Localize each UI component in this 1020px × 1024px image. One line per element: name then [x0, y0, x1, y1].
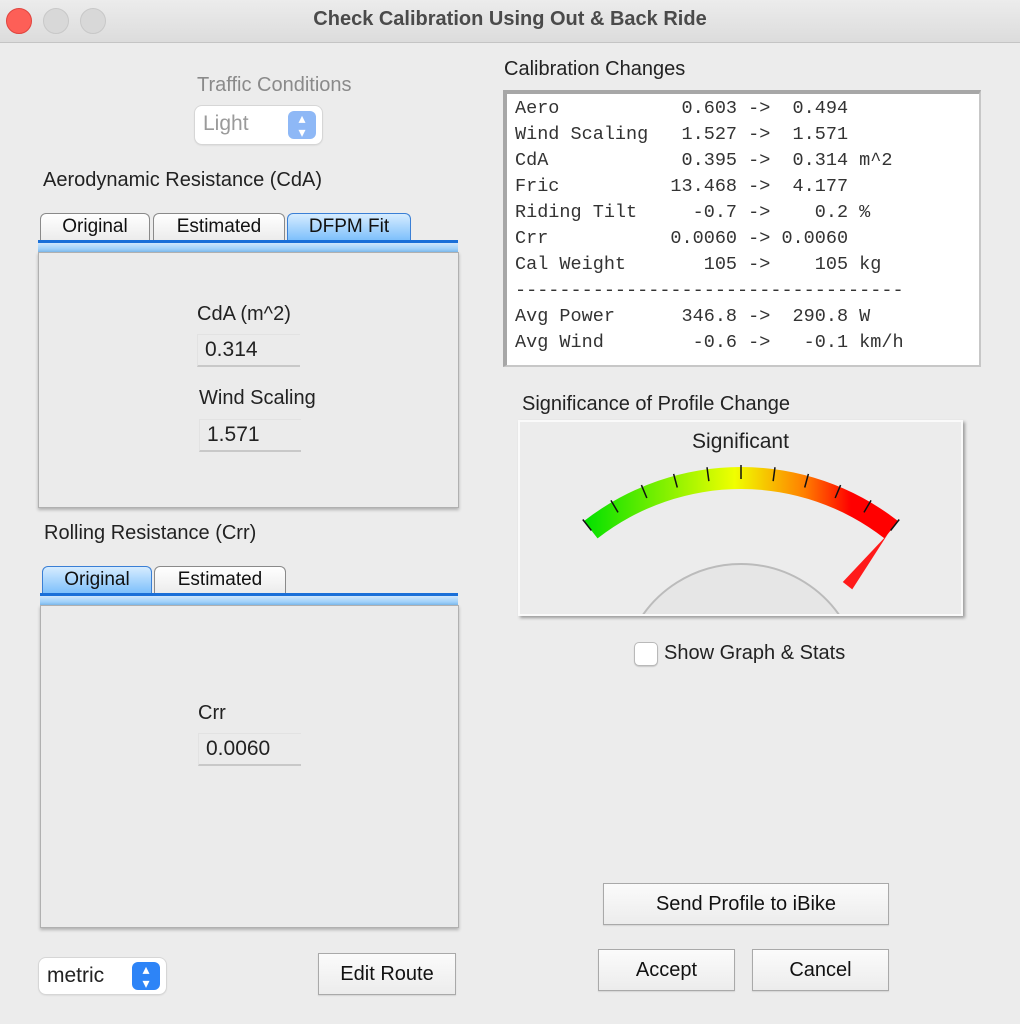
crr-input[interactable]: 0.0060 — [198, 733, 301, 766]
cda-label: CdA (m^2) — [197, 303, 291, 325]
cda-input[interactable]: 0.314 — [197, 334, 300, 367]
calibration-row: CdA 0.395 -> 0.314 m^2 — [515, 150, 893, 171]
rolling-tab-panel — [40, 605, 459, 928]
gauge-hub — [642, 563, 840, 614]
calibration-summary-row: Avg Power 346.8 -> 290.8 W — [515, 306, 871, 327]
updown-chevron-icon: ▴ ▾ — [132, 962, 160, 990]
rolling-tab-original[interactable]: Original — [42, 566, 152, 593]
aero-tab-estimated[interactable]: Estimated — [153, 213, 285, 240]
wind-scaling-input[interactable]: 1.571 — [199, 419, 301, 452]
calibration-row: Wind Scaling 1.527 -> 1.571 — [515, 124, 849, 145]
aero-tab-strip — [38, 240, 458, 252]
significance-title: Significance of Profile Change — [522, 393, 790, 415]
units-select[interactable]: metric ▴ ▾ — [39, 958, 166, 994]
crr-label: Crr — [198, 702, 226, 724]
edit-route-button[interactable]: Edit Route — [318, 953, 456, 995]
aero-tab-panel — [38, 252, 459, 508]
rolling-tab-estimated[interactable]: Estimated — [154, 566, 286, 593]
wind-scaling-label: Wind Scaling — [199, 387, 316, 409]
send-profile-button[interactable]: Send Profile to iBike — [603, 883, 889, 925]
calibration-separator: ----------------------------------- — [515, 280, 904, 301]
traffic-conditions-value: Light — [203, 112, 249, 135]
title-bar: Check Calibration Using Out & Back Ride — [0, 0, 1020, 43]
calibration-row: Crr 0.0060 -> 0.0060 — [515, 228, 849, 249]
calibration-changes-box: Aero 0.603 -> 0.494 Wind Scaling 1.527 ->… — [503, 90, 981, 367]
calibration-changes-title: Calibration Changes — [504, 58, 686, 80]
units-value: metric — [47, 964, 105, 987]
window-title: Check Calibration Using Out & Back Ride — [313, 8, 707, 30]
calibration-row: Aero 0.603 -> 0.494 — [515, 98, 849, 119]
significance-gauge — [582, 465, 900, 614]
rolling-tab-strip — [40, 593, 458, 605]
traffic-conditions-select[interactable]: Light ▴ ▾ — [195, 106, 322, 144]
show-graph-label[interactable]: Show Graph & Stats — [664, 642, 845, 665]
traffic-conditions-label: Traffic Conditions — [197, 74, 352, 96]
calibration-row: Cal Weight 105 -> 105 kg — [515, 254, 882, 275]
calibration-row: Riding Tilt -0.7 -> 0.2 % — [515, 202, 871, 223]
aero-tab-dfpm-fit[interactable]: DFPM Fit — [287, 213, 411, 240]
updown-chevron-icon: ▴ ▾ — [288, 111, 316, 139]
aero-section-label: Aerodynamic Resistance (CdA) — [43, 169, 322, 191]
show-graph-checkbox[interactable] — [634, 642, 658, 666]
cancel-button[interactable]: Cancel — [752, 949, 889, 991]
aero-tab-original[interactable]: Original — [40, 213, 150, 240]
significance-gauge-box: Significant — [518, 420, 963, 616]
rolling-section-label: Rolling Resistance (Crr) — [44, 522, 257, 544]
gauge-needle — [842, 534, 888, 590]
accept-button[interactable]: Accept — [598, 949, 735, 991]
calibration-row: Fric 13.468 -> 4.177 — [515, 176, 849, 197]
calibration-summary-row: Avg Wind -0.6 -> -0.1 km/h — [515, 332, 904, 353]
